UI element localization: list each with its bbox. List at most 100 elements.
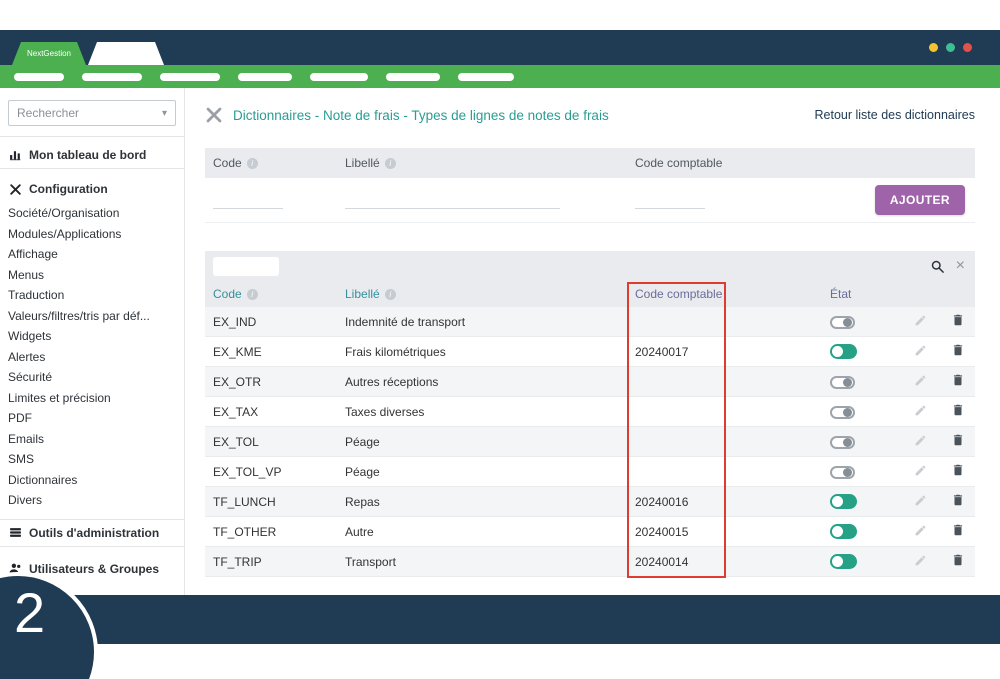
dashboard-icon: [8, 148, 22, 161]
delete-icon[interactable]: [951, 493, 965, 507]
code-input[interactable]: [213, 191, 283, 209]
breadcrumb: Dictionnaires - Note de frais - Types de…: [233, 108, 609, 123]
nav-item-placeholder[interactable]: [310, 73, 368, 81]
col-header-code[interactable]: Code: [205, 287, 345, 301]
nav-item-placeholder[interactable]: [82, 73, 142, 81]
cell-etat: [830, 434, 900, 448]
cell-edit: [900, 404, 940, 420]
delete-icon[interactable]: [951, 313, 965, 327]
window-minimize-icon[interactable]: [929, 43, 938, 52]
sidebar-item[interactable]: Sécurité: [8, 367, 176, 388]
delete-icon[interactable]: [951, 553, 965, 567]
window-maximize-icon[interactable]: [946, 43, 955, 52]
form-label-code: Code: [205, 156, 345, 170]
code-comptable-input[interactable]: [635, 191, 705, 209]
browser-tab-secondary[interactable]: [88, 42, 164, 65]
edit-icon[interactable]: [914, 344, 927, 357]
sidebar-item-dashboard[interactable]: Mon tableau de bord: [0, 141, 184, 169]
add-button[interactable]: AJOUTER: [875, 185, 965, 215]
etat-toggle[interactable]: [830, 406, 855, 419]
table-toolbar: [205, 251, 975, 281]
window-close-icon[interactable]: [963, 43, 972, 52]
cell-delete: [940, 313, 975, 330]
sidebar-item[interactable]: Widgets: [8, 326, 176, 347]
cell-etat: [830, 344, 900, 359]
delete-icon[interactable]: [951, 463, 965, 477]
delete-icon[interactable]: [951, 433, 965, 447]
edit-icon[interactable]: [914, 314, 927, 327]
delete-icon[interactable]: [951, 403, 965, 417]
sidebar-item[interactable]: Divers: [8, 490, 176, 511]
search-icon[interactable]: [930, 259, 945, 274]
etat-toggle[interactable]: [830, 466, 855, 479]
sidebar-item[interactable]: Affichage: [8, 244, 176, 265]
info-icon: [385, 158, 396, 169]
edit-icon[interactable]: [914, 404, 927, 417]
page-header: Dictionnaires - Note de frais - Types de…: [205, 104, 975, 126]
edit-icon[interactable]: [914, 524, 927, 537]
table-row: EX_TOL_VPPéage: [205, 457, 975, 487]
sidebar-item[interactable]: Modules/Applications: [8, 224, 176, 245]
sidebar-item-admin-tools[interactable]: Outils d'administration: [0, 519, 184, 547]
edit-icon[interactable]: [914, 464, 927, 477]
cell-code-comptable: 20240015: [635, 525, 830, 539]
nav-item-placeholder[interactable]: [14, 73, 64, 81]
sidebar-item[interactable]: Menus: [8, 265, 176, 286]
edit-icon[interactable]: [914, 374, 927, 387]
sidebar-item[interactable]: SMS: [8, 449, 176, 470]
table-search-input[interactable]: [213, 257, 279, 276]
delete-icon[interactable]: [951, 373, 965, 387]
cell-code: EX_TOL_VP: [205, 465, 345, 479]
sidebar-item[interactable]: Valeurs/filtres/tris par déf...: [8, 306, 176, 327]
etat-toggle[interactable]: [830, 316, 855, 329]
etat-toggle[interactable]: [830, 436, 855, 449]
delete-icon[interactable]: [951, 343, 965, 357]
delete-icon[interactable]: [951, 523, 965, 537]
cell-code: EX_TAX: [205, 405, 345, 419]
etat-toggle[interactable]: [830, 554, 857, 569]
nav-item-placeholder[interactable]: [386, 73, 440, 81]
sidebar-item[interactable]: Dictionnaires: [8, 470, 176, 491]
etat-toggle[interactable]: [830, 494, 857, 509]
sidebar-item[interactable]: Emails: [8, 429, 176, 450]
sidebar-item[interactable]: Société/Organisation: [8, 203, 176, 224]
edit-icon[interactable]: [914, 554, 927, 567]
cell-code: TF_OTHER: [205, 525, 345, 539]
nav-item-placeholder[interactable]: [160, 73, 220, 81]
col-header-libelle[interactable]: Libellé: [345, 287, 635, 301]
cell-libelle: Frais kilométriques: [345, 345, 635, 359]
form-label-libelle: Libellé: [345, 156, 635, 170]
sidebar-item[interactable]: Limites et précision: [8, 388, 176, 409]
edit-icon[interactable]: [914, 434, 927, 447]
cell-delete: [940, 343, 975, 360]
sidebar-item[interactable]: Alertes: [8, 347, 176, 368]
cell-libelle: Indemnité de transport: [345, 315, 635, 329]
sidebar-dashboard-label: Mon tableau de bord: [29, 148, 146, 162]
info-icon: [247, 158, 258, 169]
sidebar-search-select[interactable]: Rechercher: [8, 100, 176, 126]
cell-libelle: Autres réceptions: [345, 375, 635, 389]
sidebar-item-configuration[interactable]: Configuration: [8, 175, 176, 203]
libelle-input[interactable]: [345, 191, 560, 209]
nav-item-placeholder[interactable]: [238, 73, 292, 81]
sidebar-item[interactable]: PDF: [8, 408, 176, 429]
clear-search-icon[interactable]: [956, 258, 965, 274]
etat-toggle[interactable]: [830, 524, 857, 539]
annotation-step-number: 2: [14, 580, 45, 645]
cell-edit: [900, 494, 940, 510]
browser-tab-active[interactable]: NextGestion: [12, 42, 86, 65]
etat-toggle[interactable]: [830, 376, 855, 389]
back-to-dictionaries-link[interactable]: Retour liste des dictionnaires: [815, 108, 976, 122]
edit-icon[interactable]: [914, 494, 927, 507]
nav-item-placeholder[interactable]: [458, 73, 514, 81]
info-icon: [247, 289, 258, 300]
table-header-row: Code Libellé Code comptable État: [205, 281, 975, 307]
sidebar-config-items: Société/OrganisationModules/Applications…: [8, 203, 176, 511]
sidebar-item[interactable]: Traduction: [8, 285, 176, 306]
page: NextGestion Rechercher: [0, 0, 1000, 679]
cell-etat: [830, 464, 900, 478]
footer-bar: [0, 595, 1000, 644]
cell-edit: [900, 434, 940, 450]
etat-toggle[interactable]: [830, 344, 857, 359]
cell-libelle: Autre: [345, 525, 635, 539]
